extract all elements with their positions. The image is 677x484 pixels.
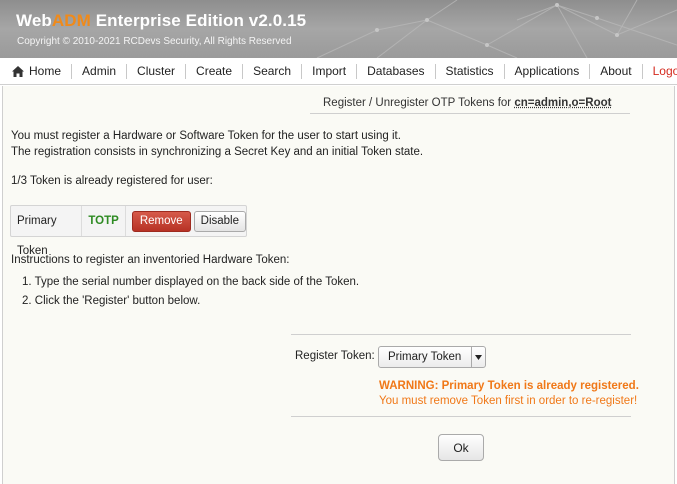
nav-home-label: Home <box>29 64 62 78</box>
divider-bottom <box>291 416 631 417</box>
token-name: Primary Token <box>11 206 83 257</box>
remove-token-button[interactable]: Remove <box>131 210 191 232</box>
app-header: WebADM Enterprise Edition v2.0.15 Copyri… <box>0 0 677 58</box>
nav-create[interactable]: Create <box>185 63 242 79</box>
nav-cluster[interactable]: Cluster <box>126 63 185 79</box>
nav-applications[interactable]: Applications <box>503 63 590 79</box>
nav-search[interactable]: Search <box>242 63 301 79</box>
main-nav: Home Admin Cluster Create Search Import … <box>0 58 677 85</box>
home-icon <box>12 65 24 77</box>
nav-about[interactable]: About <box>589 63 641 79</box>
warning-title: WARNING: Primary Token is already regist… <box>379 380 639 392</box>
token-select[interactable]: Primary Token <box>378 346 486 368</box>
nav-logout[interactable]: Logout <box>641 63 677 79</box>
intro-line-1: You must register a Hardware or Software… <box>11 130 401 142</box>
instruction-step-2: 2. Click the 'Register' button below. <box>22 295 201 307</box>
token-type: TOTP <box>82 206 126 236</box>
intro-line-2: The registration consists in synchronizi… <box>11 146 424 158</box>
register-token-label: Register Token: <box>295 350 375 362</box>
nav-home[interactable]: Home <box>0 64 71 79</box>
nav-statistics[interactable]: Statistics <box>434 63 504 79</box>
divider-top <box>291 334 631 335</box>
user-dn: cn=admin,o=Root <box>514 97 612 109</box>
token-status-text: 1/3 Token is already registered for user… <box>11 175 213 187</box>
nav-admin[interactable]: Admin <box>71 63 126 79</box>
header-decoration <box>316 0 677 58</box>
page-title: Register / Unregister OTP Tokens for cn=… <box>310 96 630 114</box>
disable-token-button[interactable]: Disable <box>193 210 246 232</box>
nav-import[interactable]: Import <box>301 63 356 79</box>
dropdown-arrow-icon <box>471 347 485 367</box>
instruction-step-1: 1. Type the serial number displayed on t… <box>22 276 360 288</box>
registered-token-row: Primary Token TOTP Remove Disable <box>10 205 247 257</box>
nav-databases[interactable]: Databases <box>356 63 434 79</box>
token-select-value: Primary Token <box>388 351 462 363</box>
brand-highlight: ADM <box>51 11 91 30</box>
ok-button[interactable]: Ok <box>438 434 484 461</box>
app-brand: WebADM Enterprise Edition v2.0.15 <box>16 11 307 30</box>
copyright-text: Copyright © 2010-2021 RCDevs Security, A… <box>17 36 292 47</box>
instructions-heading: Instructions to register an inventoried … <box>11 254 290 266</box>
warning-detail: You must remove Token first in order to … <box>379 395 638 407</box>
